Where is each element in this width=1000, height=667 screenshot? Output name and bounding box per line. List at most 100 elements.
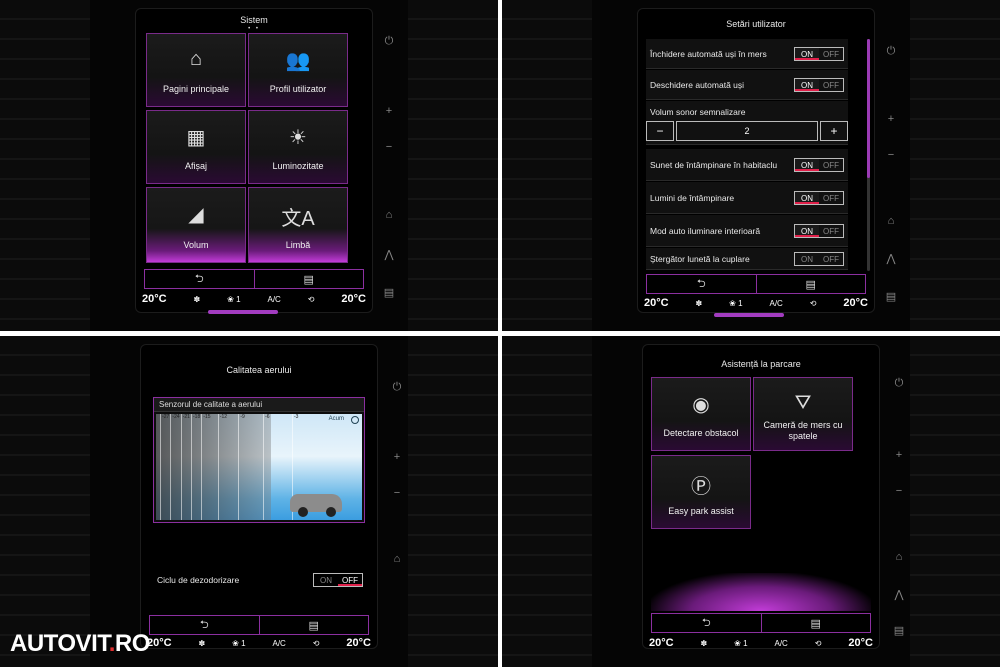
temp-left[interactable]: 20°C [142, 293, 167, 305]
recirculation-icon[interactable]: ⟲ [308, 295, 315, 304]
language-icon: 文A [281, 208, 315, 230]
climate-bar: 20°C ✽ ❀ 1 A/C ⟲ 20°C [649, 635, 873, 651]
ac-button[interactable]: A/C [769, 299, 782, 308]
temp-right[interactable]: 20°C [341, 293, 366, 305]
back-button[interactable]: ⮌ [150, 616, 260, 634]
users-icon: 👥 [285, 50, 311, 72]
panel-parcare: Asistență la parcare ◉ Detectare obstaco… [502, 336, 1000, 667]
toggle-lumini-intampinare[interactable]: ON OFF [794, 190, 844, 205]
airflow-icon[interactable]: ✽ [696, 299, 703, 308]
air-vent-left [0, 0, 90, 331]
toggle-inchidere-usi[interactable]: ON OFF [794, 46, 844, 61]
menu-button[interactable]: ▤ [762, 614, 871, 632]
temp-left[interactable]: 20°C [649, 637, 674, 649]
temp-right[interactable]: 20°C [346, 637, 371, 649]
menu-button[interactable]: ▤ [255, 270, 364, 288]
recirculation-icon[interactable]: ⟲ [815, 639, 822, 648]
obstacle-sensor-icon: ◉ [692, 394, 710, 416]
tile-camera-spate[interactable]: ⛛ Cameră de mers cu spatele [753, 377, 853, 451]
volume-up-icon[interactable]: + [892, 448, 906, 462]
tile-limba[interactable]: 文A Limbă [248, 187, 348, 263]
fan-speed[interactable]: ❀ 1 [734, 639, 747, 648]
volume-down-icon[interactable]: − [892, 484, 906, 498]
toggle-dezodorizare[interactable]: ON OFF [313, 573, 363, 587]
air-vent-left [502, 336, 592, 667]
volume-plus-button[interactable]: + [820, 121, 848, 141]
tile-profil-utilizator[interactable]: 👥 Profil utilizator [248, 33, 348, 107]
home-side-icon[interactable]: ⌂ [892, 550, 906, 564]
temp-left[interactable]: 20°C [147, 637, 172, 649]
fan-speed[interactable]: ❀ 1 [227, 295, 240, 304]
volume-down-icon[interactable]: − [884, 148, 898, 162]
airflow-icon[interactable]: ✽ [199, 639, 206, 648]
tile-label: Afișaj [184, 161, 207, 171]
nav-side-icon[interactable]: ⋀ [382, 248, 396, 262]
air-vent-right [408, 0, 498, 331]
volume-down-icon[interactable]: − [382, 140, 396, 154]
toggle-iluminare-interioara[interactable]: ON OFF [794, 223, 844, 238]
power-icon[interactable]: ⏻ [892, 376, 906, 390]
panel-aer: Calitatea aerului Senzorul de calitate a… [0, 336, 498, 667]
panel-setari: Setări utilizator Închidere automată uși… [502, 0, 1000, 331]
nav-side-icon[interactable]: ⋀ [892, 588, 906, 602]
volume-up-icon[interactable]: + [884, 112, 898, 126]
tick-label: -12 [217, 414, 227, 520]
media-side-icon[interactable]: ▤ [382, 286, 396, 300]
nav-side-icon[interactable]: ⋀ [884, 252, 898, 266]
home-side-icon[interactable]: ⌂ [884, 214, 898, 228]
tile-label: Pagini principale [162, 84, 230, 94]
airflow-icon[interactable]: ✽ [701, 639, 708, 648]
ac-button[interactable]: A/C [272, 639, 285, 648]
air-vent-right [408, 336, 498, 667]
bottom-nav-bar: ⮌ ▤ [149, 615, 369, 635]
temp-left[interactable]: 20°C [644, 297, 669, 309]
tile-pagini-principale[interactable]: ⌂ Pagini principale [146, 33, 246, 107]
tile-label: Easy park assist [668, 506, 734, 516]
tile-luminozitate[interactable]: ☀ Luminozitate [248, 110, 348, 184]
recirculation-icon[interactable]: ⟲ [810, 299, 817, 308]
home-side-icon[interactable]: ⌂ [390, 552, 404, 566]
climate-bar: 20°C ✽ ❀ 1 A/C ⟲ 20°C [147, 635, 371, 651]
volume-value: 2 [676, 121, 818, 141]
climate-bar: 20°C ✽ ❀ 1 A/C ⟲ 20°C [142, 291, 366, 307]
tile-detectare-obstacol[interactable]: ◉ Detectare obstacol [651, 377, 751, 451]
volume-minus-button[interactable]: − [646, 121, 674, 141]
back-button[interactable]: ⮌ [145, 270, 255, 288]
airflow-icon[interactable]: ✽ [194, 295, 201, 304]
toggle-sunet-intampinare[interactable]: ON OFF [794, 157, 844, 172]
toggle-stergator-luneta[interactable]: ON OFF [794, 251, 844, 266]
home-side-icon[interactable]: ⌂ [382, 208, 396, 222]
tile-label: Limbă [285, 240, 311, 250]
media-side-icon[interactable]: ▤ [884, 290, 898, 304]
volume-down-icon[interactable]: − [390, 486, 404, 500]
temp-right[interactable]: 20°C [843, 297, 868, 309]
screen-title: Asistență la parcare [721, 359, 801, 369]
volume-up-icon[interactable]: + [382, 104, 396, 118]
settings-scrollbar[interactable] [867, 39, 870, 271]
power-icon[interactable]: ⏻ [382, 34, 396, 48]
fan-speed[interactable]: ❀ 1 [232, 639, 245, 648]
recirculation-icon[interactable]: ⟲ [313, 639, 320, 648]
back-button[interactable]: ⮌ [652, 614, 762, 632]
menu-button[interactable]: ▤ [757, 275, 866, 293]
screen-title: Sistem [240, 15, 268, 25]
menu-button[interactable]: ▤ [260, 616, 369, 634]
tick-label: -24 [170, 414, 180, 520]
toggle-deschidere-usi[interactable]: ON OFF [794, 77, 844, 92]
back-button[interactable]: ⮌ [647, 275, 757, 293]
ac-button[interactable]: A/C [774, 639, 787, 648]
power-icon[interactable]: ⏻ [884, 44, 898, 58]
media-side-icon[interactable]: ▤ [892, 624, 906, 638]
setting-row: Lumini de întâmpinare ON OFF [646, 182, 848, 214]
ac-button[interactable]: A/C [267, 295, 280, 304]
power-icon[interactable]: ⏻ [390, 380, 404, 394]
tile-easy-park[interactable]: Ⓟ Easy park assist [651, 455, 751, 529]
volume-up-icon[interactable]: + [390, 450, 404, 464]
tile-label: Detectare obstacol [663, 428, 739, 438]
tile-afisaj[interactable]: ▦ Afișaj [146, 110, 246, 184]
temp-right[interactable]: 20°C [848, 637, 873, 649]
display-icon: ▦ [186, 127, 206, 149]
tile-volum[interactable]: ◢ Volum [146, 187, 246, 263]
screen-sistem: Sistem • • ⌂ Pagini principale 👥 Profil … [135, 8, 373, 314]
fan-speed[interactable]: ❀ 1 [729, 299, 742, 308]
